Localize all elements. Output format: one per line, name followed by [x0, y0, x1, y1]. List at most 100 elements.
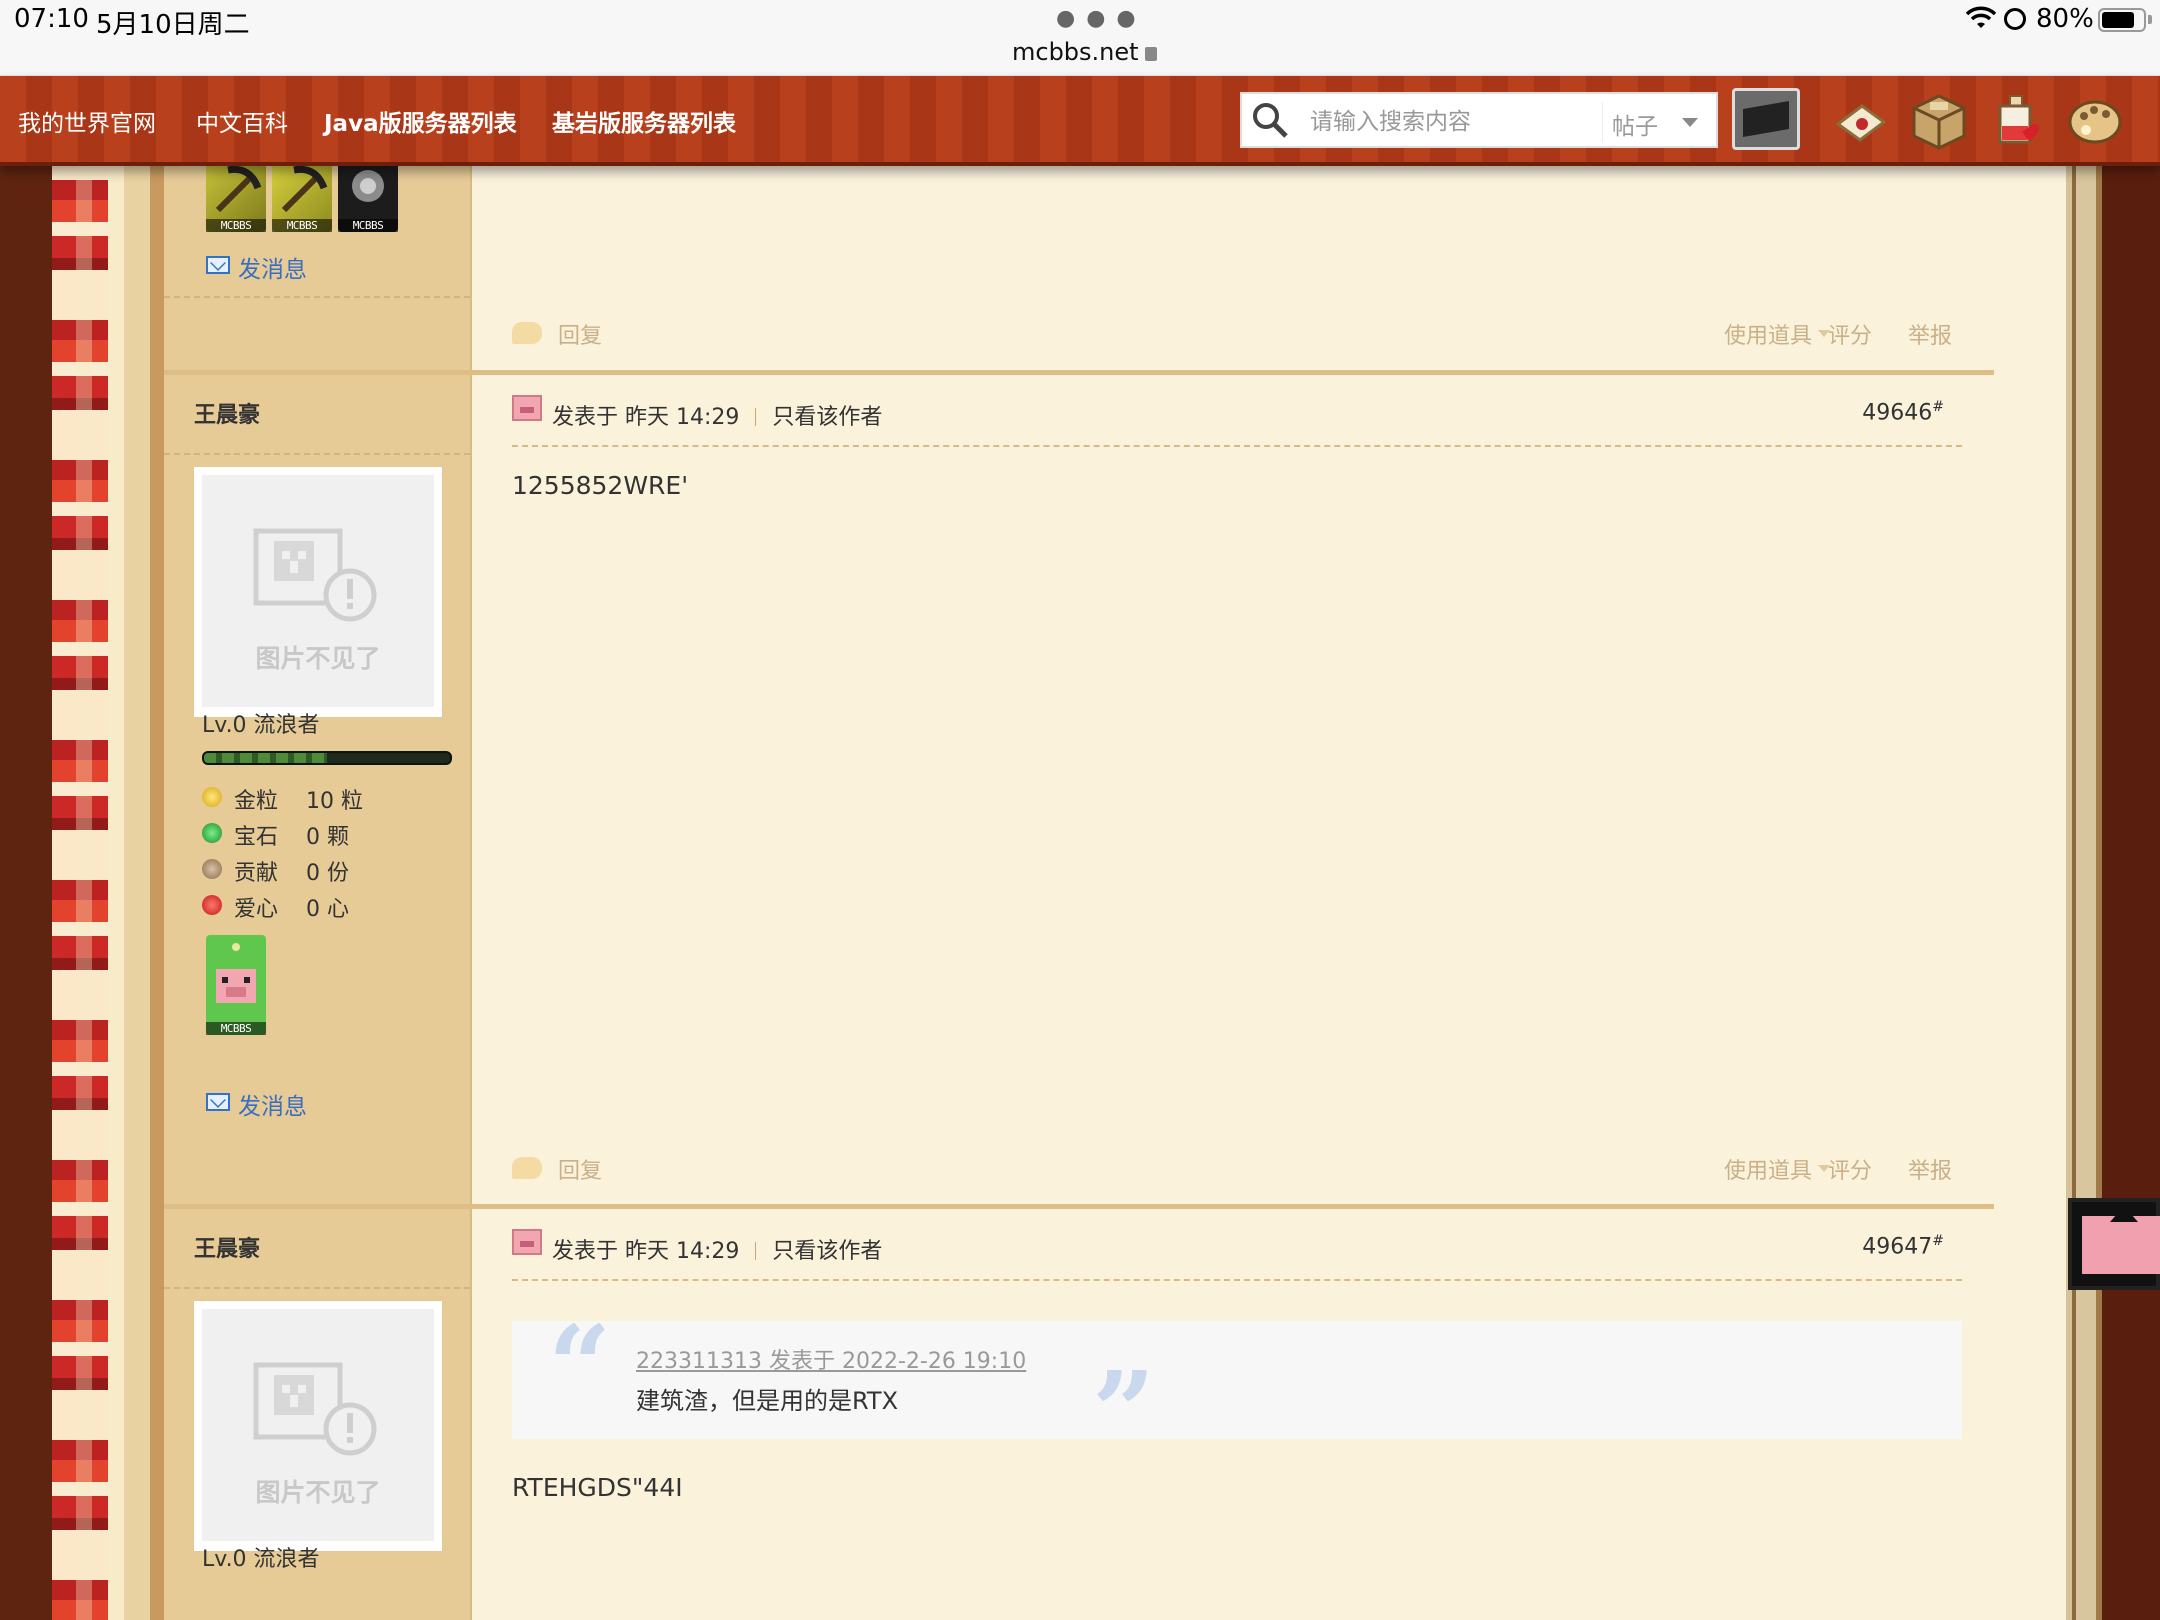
- report-button[interactable]: 举报: [1908, 1153, 1952, 1185]
- quote-block: “ 223311313 发表于 2022-2-26 19:10 建筑渣，但是用的…: [512, 1311, 1962, 1467]
- avatar-caption: 图片不见了: [255, 644, 381, 673]
- post-49647-sidebar: 王晨豪 图片不见了 Lv.0 流浪者: [164, 1209, 472, 1620]
- badge-label: MCBBS: [272, 219, 332, 232]
- post-head-divider: [512, 445, 1962, 447]
- post-content: 1255852WRE': [512, 471, 689, 500]
- prev-post-sidebar: MCBBS MCBBS MCBBS 发消息: [164, 160, 472, 370]
- chevron-down-icon[interactable]: [1682, 118, 1698, 127]
- stat-label: 宝石: [234, 825, 279, 850]
- only-author-link[interactable]: 只看该作者: [772, 1239, 882, 1264]
- avatar[interactable]: 图片不见了: [194, 1301, 442, 1551]
- map-icon[interactable]: [1832, 92, 1890, 150]
- palette-icon[interactable]: [2066, 92, 2124, 150]
- sidebar-divider: [164, 296, 470, 298]
- post-floor[interactable]: 49647#: [1862, 1233, 1944, 1259]
- status-time: 07:10: [14, 4, 89, 34]
- floor-number: 49646: [1862, 400, 1933, 426]
- broken-image-icon: [253, 528, 377, 622]
- stat-label: 贡献: [234, 861, 279, 886]
- potion-icon[interactable]: [1988, 92, 2046, 150]
- multitasking-dots-icon[interactable]: ● ● ●: [1056, 6, 1138, 31]
- lock-icon: [1144, 47, 1157, 61]
- use-tool-button[interactable]: 使用道具: [1724, 318, 1812, 350]
- reply-button[interactable]: 回复: [558, 318, 602, 350]
- stat-label: 爱心: [234, 897, 279, 922]
- nav-link-wiki[interactable]: 中文百科: [196, 104, 288, 138]
- send-message-link[interactable]: 发消息: [238, 1087, 307, 1121]
- meta-divider: [755, 1242, 757, 1260]
- search-input[interactable]: [1310, 102, 1570, 142]
- quote-source-link[interactable]: 223311313 发表于 2022-2-26 19:10: [636, 1343, 1026, 1375]
- sidebar-divider: [164, 1287, 470, 1289]
- reply-button[interactable]: 回复: [558, 1153, 602, 1185]
- post-49646-body: 发表于 昨天 14:29 只看该作者 49646# 1255852WRE' 回复 …: [472, 375, 1994, 1207]
- top-nav: 我的世界官网 中文百科 Java版服务器列表 基岩版服务器列表 帖子: [0, 76, 2160, 166]
- user-level: Lv.0 流浪者: [202, 713, 320, 738]
- battery-icon: [2098, 8, 2146, 32]
- post-content: RTEHGDS"44I: [512, 1473, 683, 1502]
- close-quote-icon: ”: [1092, 1347, 1156, 1476]
- post-time: 发表于 昨天 14:29: [552, 1239, 740, 1264]
- post-49646-sidebar: 王晨豪 图片不见了 Lv.0 流浪者 金粒 10 粒 宝石 0 颗 贡献 0 份…: [164, 375, 472, 1207]
- contribution-icon: [202, 859, 222, 879]
- ios-status-bar: 07:10 5月10日周二 ● ● ● mcbbs.net 80%: [0, 0, 2160, 76]
- battery-percent: 80%: [2036, 4, 2094, 34]
- search-scope-select[interactable]: 帖子: [1612, 107, 1658, 141]
- pig-icon: [512, 1229, 542, 1255]
- address-url: mcbbs.net: [1012, 38, 1139, 66]
- post-time: 发表于 昨天 14:29: [552, 405, 740, 430]
- rate-button[interactable]: 评分: [1828, 318, 1872, 350]
- report-button[interactable]: 举报: [1908, 318, 1952, 350]
- gold-nugget-icon: [202, 787, 222, 807]
- back-to-top-pig-icon[interactable]: [2068, 1198, 2160, 1290]
- right-page-border: [2066, 166, 2160, 1620]
- open-quote-icon: “: [548, 1301, 612, 1430]
- address-bar[interactable]: mcbbs.net: [1012, 38, 1157, 66]
- nav-link-official[interactable]: 我的世界官网: [18, 104, 156, 138]
- apple-icon: [202, 895, 222, 915]
- obsidian-search-icon[interactable]: [1732, 88, 1800, 150]
- rotation-lock-icon: [2004, 8, 2026, 30]
- post-meta: 发表于 昨天 14:29 只看该作者: [552, 1233, 882, 1265]
- avatar-placeholder: 图片不见了: [202, 1309, 434, 1541]
- search-icon: [1253, 103, 1288, 138]
- badge-pig: MCBBS: [206, 935, 266, 1035]
- crafting-table-icon[interactable]: [1910, 92, 1968, 150]
- level-progress-bar: [202, 751, 452, 765]
- reply-icon: [512, 1157, 542, 1179]
- badge-pickaxe-iron: MCBBS: [272, 160, 332, 232]
- stat-value: 0 心: [306, 897, 349, 922]
- user-level: Lv.0 流浪者: [202, 1547, 320, 1572]
- search-box: 帖子: [1240, 92, 1718, 148]
- status-date: 5月10日周二: [96, 10, 250, 40]
- nav-link-bedrock-servers[interactable]: 基岩版服务器列表: [552, 104, 736, 138]
- nav-link-java-servers[interactable]: Java版服务器列表: [324, 104, 517, 138]
- wifi-icon: [1966, 6, 1996, 28]
- rate-button[interactable]: 评分: [1828, 1153, 1872, 1185]
- stat-value: 10 粒: [306, 789, 363, 814]
- badge-label: MCBBS: [206, 1022, 266, 1035]
- only-author-link[interactable]: 只看该作者: [772, 405, 882, 430]
- floor-mark: #: [1932, 399, 1944, 415]
- author-name[interactable]: 王晨豪: [194, 397, 260, 429]
- mail-icon: [206, 256, 230, 274]
- send-message-link[interactable]: 发消息: [238, 250, 307, 284]
- floor-number: 49647: [1862, 1234, 1933, 1260]
- post-floor[interactable]: 49646#: [1862, 399, 1944, 425]
- badge-pickaxe-gold: MCBBS: [206, 160, 266, 232]
- thread-content: MCBBS MCBBS MCBBS 发消息 回复 使用道具 评分 举报 王晨豪: [164, 160, 1994, 1620]
- emerald-icon: [202, 823, 222, 843]
- avatar-caption: 图片不见了: [255, 1478, 381, 1507]
- stat-label: 金粒: [234, 789, 279, 814]
- author-name[interactable]: 王晨豪: [194, 1231, 260, 1263]
- avatar[interactable]: 图片不见了: [194, 467, 442, 717]
- broken-image-icon: [253, 1362, 377, 1456]
- meta-divider: [755, 408, 757, 426]
- floor-mark: #: [1932, 1233, 1944, 1249]
- prev-post-actions: 回复 使用道具 评分 举报: [512, 318, 1962, 358]
- reply-icon: [512, 322, 542, 344]
- badge-label: MCBBS: [338, 219, 398, 232]
- post-actions: 回复 使用道具 评分 举报: [512, 1153, 1962, 1193]
- use-tool-button[interactable]: 使用道具: [1724, 1153, 1812, 1185]
- left-rope-shade: [52, 166, 108, 1620]
